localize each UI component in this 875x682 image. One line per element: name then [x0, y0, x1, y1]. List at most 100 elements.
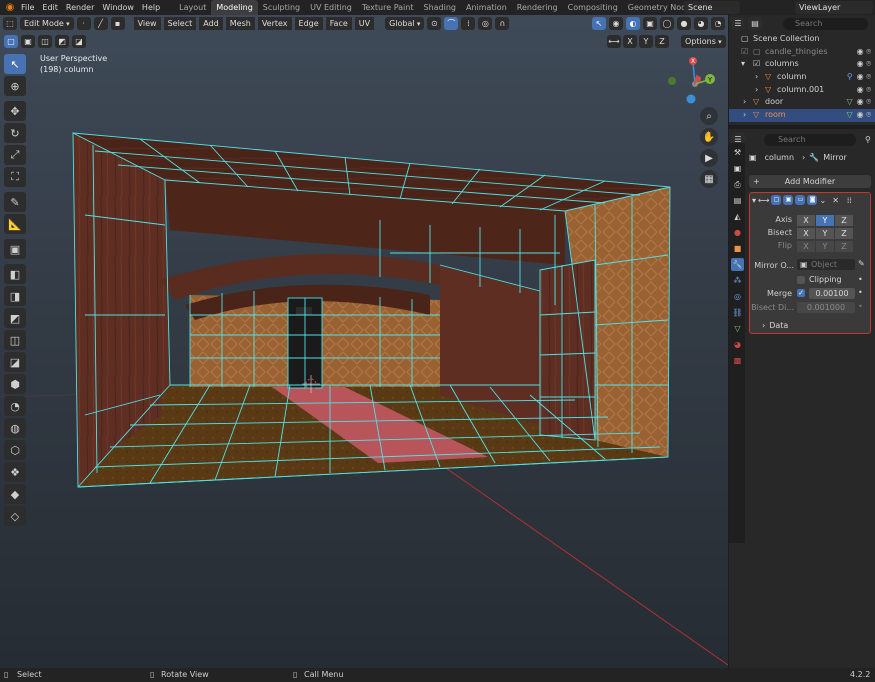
pan-hand-icon[interactable]: ✋ [700, 128, 718, 146]
axis-x-toggle[interactable]: X [797, 215, 815, 226]
editor-type-icon[interactable]: ⬚ [3, 17, 17, 30]
proportional-edit-icon[interactable]: ◎ [478, 17, 493, 30]
outliner-row-columns[interactable]: ▾ ☑ columns ◉ ⌾ [729, 58, 875, 71]
measure-tool-icon[interactable]: 📐 [4, 214, 26, 234]
shrink-fatten-tool-icon[interactable]: ❖ [4, 462, 26, 482]
viewport-toggle-icon[interactable]: ▭ [795, 195, 806, 205]
tab-shading[interactable]: Shading [418, 0, 461, 15]
shading-rendered-icon[interactable]: ◔ [711, 17, 725, 30]
mode-selector[interactable]: Edit Mode [20, 17, 74, 30]
knife-tool-icon[interactable]: ◪ [4, 352, 26, 372]
scale-tool-icon[interactable]: ⤢ [4, 145, 26, 165]
tab-modeling[interactable]: Modeling [211, 0, 258, 15]
bisect-x-toggle[interactable]: X [797, 228, 815, 239]
mesh-symmetry-icon[interactable]: ⟷ [607, 35, 621, 48]
tab-compositing[interactable]: Compositing [563, 0, 623, 15]
menu-mesh[interactable]: Mesh [225, 17, 255, 30]
row-visibility-icons[interactable]: ◉ ⌾ [857, 84, 871, 97]
cursor-tool-icon[interactable]: ⊕ [4, 76, 26, 96]
menu-uv[interactable]: UV [354, 17, 375, 30]
rip-tool-icon[interactable]: ◇ [4, 506, 26, 526]
loop-cut-tool-icon[interactable]: ◫ [4, 330, 26, 350]
shading-solid-icon[interactable]: ● [677, 17, 691, 30]
flip-x-toggle[interactable]: X [797, 241, 815, 252]
expand-chevron-icon[interactable]: › [755, 71, 758, 84]
scene-selector[interactable]: Scene [684, 1, 740, 14]
keyframe-dot-icon[interactable]: • [858, 302, 863, 311]
select-invert-icon[interactable]: ◩ [55, 35, 69, 48]
merge-checkbox[interactable]: ✓ [797, 289, 805, 297]
menu-edge[interactable]: Edge [294, 17, 323, 30]
properties-search-input[interactable]: Search [764, 133, 856, 146]
select-extend-icon[interactable]: ▣ [21, 35, 35, 48]
outliner-row-column[interactable]: › ▽ column ⚲ ◉ ⌾ [729, 71, 875, 84]
inset-tool-icon[interactable]: ◨ [4, 286, 26, 306]
room-mesh-render[interactable] [0, 15, 728, 668]
row-visibility-icons[interactable]: ◉ ⌾ [857, 58, 871, 71]
outliner-row-room[interactable]: › ▽ room ▽ ◉ ⌾ [729, 109, 875, 122]
material-tab-icon[interactable]: ◕ [731, 338, 744, 351]
shading-material-icon[interactable]: ◕ [694, 17, 708, 30]
expand-chevron-icon[interactable]: › [755, 84, 758, 97]
overlays-icon[interactable]: ◐ [626, 17, 640, 30]
merge-value-field[interactable]: 0.00100 [809, 288, 855, 299]
keyframe-dot-icon[interactable]: • [858, 288, 863, 297]
outliner-row-door[interactable]: › ▽ door ▽ ◉ ⌾ [729, 96, 875, 109]
bisect-z-toggle[interactable]: Z [835, 228, 853, 239]
menu-file[interactable]: File [17, 0, 38, 15]
transform-tool-icon[interactable]: ⛶ [4, 167, 26, 187]
rotate-tool-icon[interactable]: ↻ [4, 123, 26, 143]
constraints-tab-icon[interactable]: ⛓ [731, 306, 744, 319]
tab-animation[interactable]: Animation [461, 0, 512, 15]
output-tab-icon[interactable]: ⎙ [731, 178, 744, 191]
select-intersect-icon[interactable]: ◪ [72, 35, 86, 48]
tab-rendering[interactable]: Rendering [512, 0, 563, 15]
outliner-row-column-001[interactable]: › ▽ column.001 ◉ ⌾ [729, 84, 875, 97]
shear-tool-icon[interactable]: ◆ [4, 484, 26, 504]
tab-sculpting[interactable]: Sculpting [258, 0, 305, 15]
expand-chevron-icon[interactable]: › [743, 109, 746, 122]
camera-view-icon[interactable]: ▶ [700, 149, 718, 167]
edge-select-icon[interactable]: ╱ [93, 17, 108, 30]
checkbox-icon[interactable]: ☑ [753, 58, 760, 71]
smooth-tool-icon[interactable]: ◍ [4, 418, 26, 438]
extrude-tool-icon[interactable]: ◧ [4, 264, 26, 284]
dropdown-chevron-icon[interactable]: ⌄ [819, 196, 826, 205]
row-visibility-icons[interactable]: ⚲ ◉ ⌾ [847, 71, 871, 84]
checkbox-icon[interactable]: ☑ [741, 46, 748, 59]
move-tool-icon[interactable]: ✥ [4, 101, 26, 121]
outliner-editor-icon[interactable]: ☰ [731, 17, 745, 30]
menu-render[interactable]: Render [62, 0, 98, 15]
row-visibility-icons[interactable]: ▽ ◉ ⌾ [847, 109, 871, 122]
edge-slide-tool-icon[interactable]: ⬡ [4, 440, 26, 460]
flip-z-toggle[interactable]: Z [835, 241, 853, 252]
outliner-row-scene-collection[interactable]: ▢ Scene Collection [729, 33, 875, 46]
mirror-object-field[interactable]: ▣ Object [797, 259, 855, 270]
select-new-icon[interactable]: ▢ [4, 35, 18, 48]
symmetry-z-toggle[interactable]: Z [655, 35, 669, 48]
drag-handle-icon[interactable]: ⁞⁞ [847, 196, 852, 205]
bisect-distance-field[interactable]: 0.001000 [797, 302, 855, 313]
pivot-point-icon[interactable]: ⊙ [427, 17, 442, 30]
add-modifier-button[interactable]: + Add Modifier [749, 175, 871, 188]
modifier-tab-icon[interactable]: 🔧 [731, 258, 744, 271]
view-layer-selector[interactable]: ViewLayer [795, 1, 873, 14]
edit-mode-toggle-icon[interactable]: ▢ [771, 195, 782, 205]
clipping-row[interactable]: Clipping [797, 275, 842, 284]
menu-select[interactable]: Select [163, 17, 197, 30]
menu-edit[interactable]: Edit [38, 0, 62, 15]
expand-chevron-icon[interactable]: ▾ [741, 58, 745, 71]
outliner-row-candle-thingies[interactable]: ☑ ▢ candle_thingies ◉ ⌾ [729, 46, 875, 59]
symmetry-y-toggle[interactable]: Y [639, 35, 653, 48]
eyedropper-icon[interactable]: ✎ [858, 259, 865, 268]
vertex-select-icon[interactable]: · [76, 17, 91, 30]
3d-viewport[interactable]: ⬚ Edit Mode · ╱ ▪ View Select Add Mesh V… [0, 15, 728, 668]
select-subtract-icon[interactable]: ◫ [38, 35, 52, 48]
cage-toggle-icon[interactable]: ▣ [783, 195, 794, 205]
add-cube-tool-icon[interactable]: ▣ [4, 239, 26, 259]
symmetry-x-toggle[interactable]: X [623, 35, 637, 48]
transform-orientation-selector[interactable]: Global [385, 17, 425, 30]
flip-y-toggle[interactable]: Y [816, 241, 834, 252]
bisect-y-toggle[interactable]: Y [816, 228, 834, 239]
row-visibility-icons[interactable]: ▽ ◉ ⌾ [847, 96, 871, 109]
